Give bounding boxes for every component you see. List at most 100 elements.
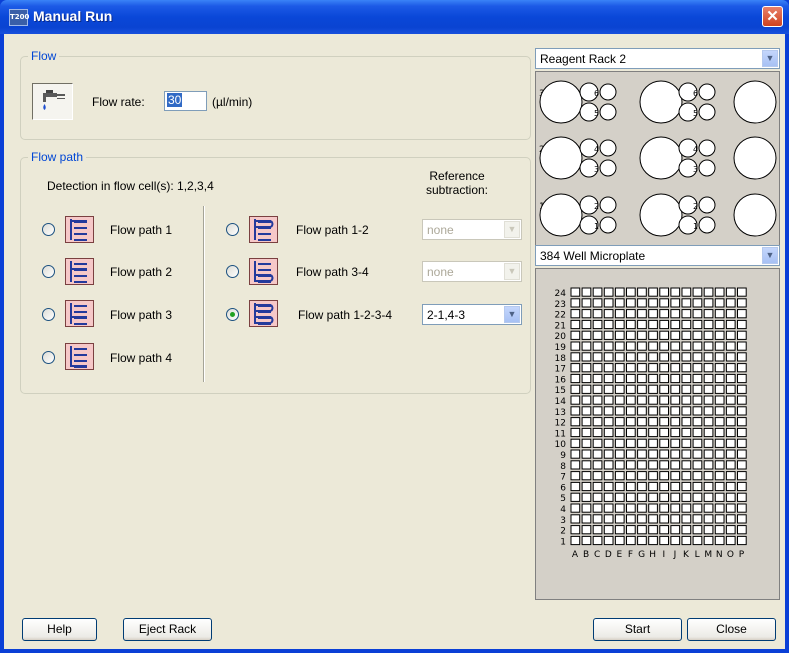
microplate-well[interactable]	[570, 363, 581, 373]
microplate-well[interactable]	[670, 384, 681, 394]
microplate-well[interactable]	[581, 525, 592, 535]
microplate-well[interactable]	[581, 406, 592, 416]
microplate-well[interactable]	[603, 298, 614, 308]
microplate-well[interactable]	[703, 471, 714, 481]
microplate-well[interactable]	[637, 535, 647, 546]
rack-large-vial[interactable]	[639, 193, 683, 237]
microplate-well[interactable]	[692, 427, 703, 438]
microplate-well[interactable]	[592, 384, 603, 394]
microplate-well[interactable]	[581, 341, 592, 351]
microplate-well[interactable]	[692, 438, 703, 448]
microplate-well[interactable]	[714, 460, 725, 470]
microplate-well[interactable]	[659, 373, 670, 384]
microplate-select[interactable]: 384 Well Microplate ▼	[535, 245, 780, 266]
microplate-well[interactable]	[570, 503, 581, 513]
microplate-well[interactable]	[614, 406, 625, 416]
microplate-well[interactable]	[648, 352, 658, 362]
microplate-well[interactable]	[592, 287, 603, 297]
microplate-well[interactable]	[703, 352, 714, 362]
microplate-well[interactable]	[614, 341, 625, 351]
microplate-well[interactable]	[681, 395, 692, 405]
microplate-well[interactable]	[626, 417, 636, 427]
microplate-well[interactable]	[692, 309, 703, 319]
microplate-well[interactable]	[570, 341, 581, 351]
microplate-well[interactable]	[592, 298, 603, 308]
flow-path-3-radio[interactable]	[42, 308, 55, 321]
microplate-well[interactable]	[626, 373, 636, 384]
microplate-well[interactable]	[681, 471, 692, 481]
microplate-well[interactable]	[570, 309, 581, 319]
microplate-well[interactable]	[659, 417, 670, 427]
microplate-well[interactable]	[692, 298, 703, 308]
microplate-well[interactable]	[581, 384, 592, 394]
microplate-well[interactable]	[614, 449, 625, 459]
rack-large-vial[interactable]	[733, 136, 777, 180]
rack-small-vial[interactable]	[599, 159, 617, 177]
microplate-well[interactable]	[714, 417, 725, 427]
microplate-well[interactable]	[725, 330, 736, 340]
microplate-well[interactable]	[637, 481, 647, 492]
microplate-well[interactable]	[626, 298, 636, 308]
rack-large-vial[interactable]	[639, 136, 683, 180]
microplate-well[interactable]	[703, 287, 714, 297]
microplate-well[interactable]	[659, 492, 670, 502]
microplate-well[interactable]	[648, 363, 658, 373]
microplate-well[interactable]	[714, 449, 725, 459]
microplate-well[interactable]	[681, 341, 692, 351]
microplate-well[interactable]	[614, 514, 625, 524]
microplate-well[interactable]	[648, 373, 658, 384]
reference-select-3-4[interactable]: none ▼	[422, 261, 522, 282]
microplate-well[interactable]	[737, 449, 747, 459]
microplate-well[interactable]	[670, 535, 681, 546]
eject-rack-button[interactable]: Eject Rack	[123, 618, 212, 641]
microplate-well[interactable]	[648, 471, 658, 481]
microplate-well[interactable]	[581, 460, 592, 470]
help-button[interactable]: Help	[22, 618, 97, 641]
microplate-well[interactable]	[603, 449, 614, 459]
microplate-well[interactable]	[681, 287, 692, 297]
rack-large-vial[interactable]	[733, 193, 777, 237]
microplate-well[interactable]	[626, 535, 636, 546]
microplate-well[interactable]	[681, 384, 692, 394]
microplate-well[interactable]	[592, 535, 603, 546]
microplate-well[interactable]	[592, 503, 603, 513]
microplate-well[interactable]	[692, 384, 703, 394]
microplate-well[interactable]	[659, 395, 670, 405]
rack-small-vial[interactable]	[599, 103, 617, 121]
microplate-well[interactable]	[648, 341, 658, 351]
microplate-well[interactable]	[648, 427, 658, 438]
microplate-well[interactable]	[725, 395, 736, 405]
microplate-well[interactable]	[614, 309, 625, 319]
microplate-well[interactable]	[681, 417, 692, 427]
microplate-well[interactable]	[659, 481, 670, 492]
microplate-well[interactable]	[670, 395, 681, 405]
microplate-well[interactable]	[703, 384, 714, 394]
microplate-well[interactable]	[626, 363, 636, 373]
microplate-well[interactable]	[681, 449, 692, 459]
microplate-well[interactable]	[692, 330, 703, 340]
microplate-well[interactable]	[703, 492, 714, 502]
rack-large-vial[interactable]	[539, 136, 583, 180]
reagent-rack-view[interactable]: 365652434312121ABCDEFG	[535, 71, 780, 265]
microplate-well[interactable]	[570, 384, 581, 394]
microplate-well[interactable]	[670, 481, 681, 492]
microplate-well[interactable]	[737, 373, 747, 384]
microplate-well[interactable]	[648, 417, 658, 427]
microplate-well[interactable]	[692, 525, 703, 535]
microplate-well[interactable]	[714, 309, 725, 319]
microplate-well[interactable]	[670, 373, 681, 384]
reagent-rack-select[interactable]: Reagent Rack 2 ▼	[535, 48, 780, 69]
microplate-well[interactable]	[570, 406, 581, 416]
microplate-well[interactable]	[614, 503, 625, 513]
microplate-well[interactable]	[581, 363, 592, 373]
microplate-well[interactable]	[725, 438, 736, 448]
microplate-well[interactable]	[592, 406, 603, 416]
microplate-well[interactable]	[603, 460, 614, 470]
microplate-well[interactable]	[725, 449, 736, 459]
microplate-well[interactable]	[592, 438, 603, 448]
microplate-well[interactable]	[648, 395, 658, 405]
rack-small-vial[interactable]	[599, 196, 617, 214]
microplate-well[interactable]	[626, 384, 636, 394]
microplate-well[interactable]	[714, 525, 725, 535]
microplate-well[interactable]	[703, 298, 714, 308]
